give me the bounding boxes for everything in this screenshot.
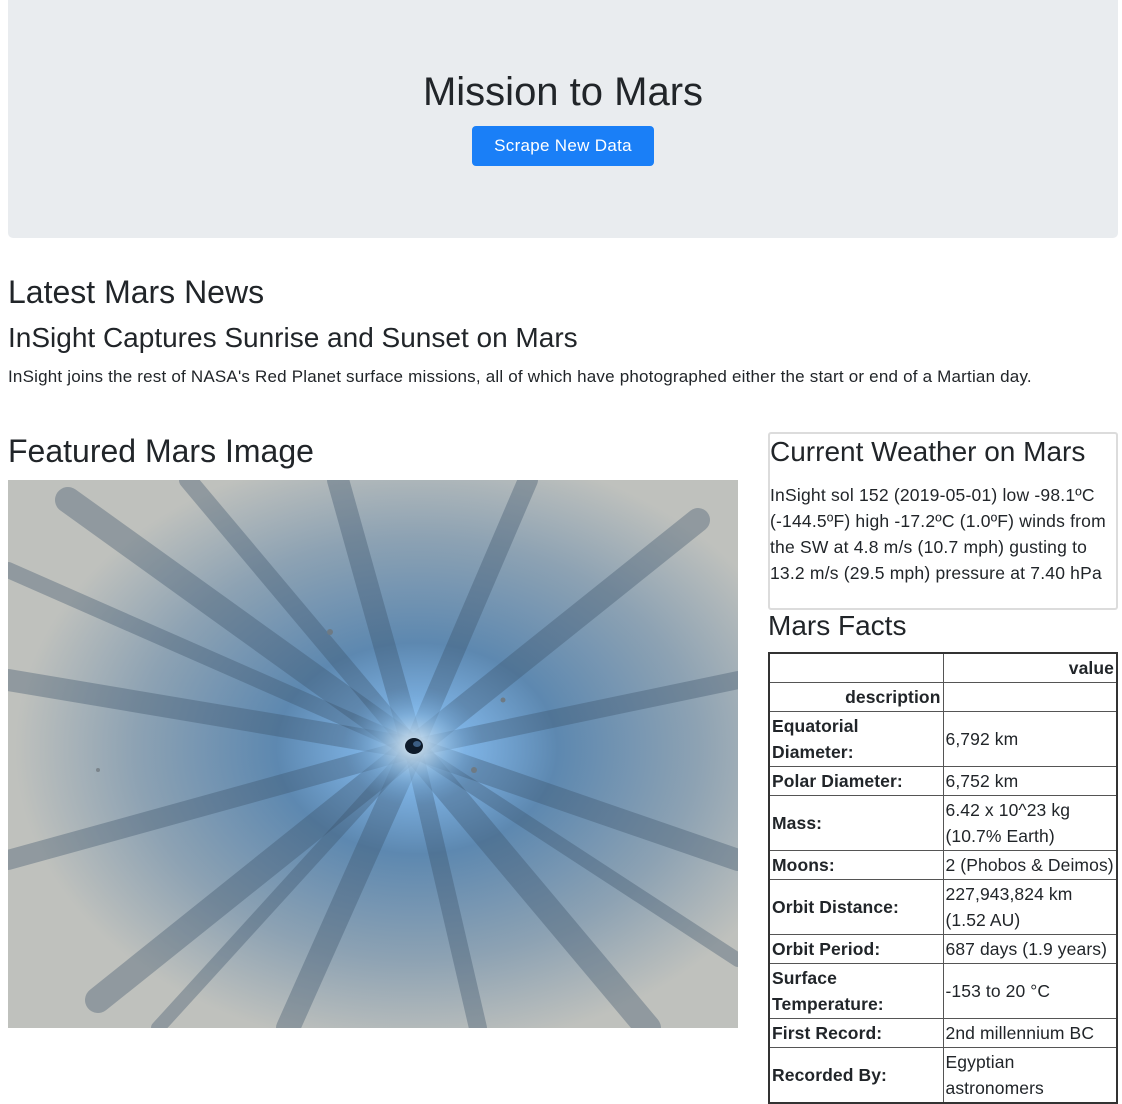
table-row: Moons: 2 (Phobos & Deimos) [768,850,1118,880]
table-row: Surface Temperature: -153 to 20 °C [768,963,1118,1019]
table-row: Orbit Distance: 227,943,824 km (1.52 AU) [768,879,1118,935]
mars-facts-heading: Mars Facts [768,610,907,641]
table-header-row: value [768,652,1118,683]
page-title: Mission to Mars [422,70,704,114]
weather-report: InSight sol 152 (2019-05-01) low -98.1ºC… [770,485,1106,583]
fact-label: Equatorial Diameter: [768,711,944,767]
table-row: First Record: 2nd millennium BC [768,1018,1118,1048]
fact-label: Mass: [768,795,944,851]
table-index-blank [942,682,1118,712]
weather-heading: Current Weather on Mars [770,436,1086,467]
fact-label: Orbit Distance: [768,879,944,935]
latest-news-heading: Latest Mars News [8,274,265,310]
table-row: Equatorial Diameter: 6,792 km [768,711,1118,767]
fact-value: 6,792 km [942,711,1118,767]
news-title: InSight Captures Sunrise and Sunset on M… [8,322,578,353]
table-row: Recorded By: Egyptian astronomers [768,1047,1118,1104]
fact-value: 227,943,824 km (1.52 AU) [942,879,1118,935]
table-index-row: description [768,682,1118,712]
fact-value: 6,752 km [942,766,1118,796]
news-paragraph: InSight joins the rest of NASA's Red Pla… [8,367,1032,386]
crater-image-svg [8,480,738,1028]
featured-mars-image [8,480,738,1028]
weather-panel: Current Weather on Mars InSight sol 152 … [768,432,1118,610]
table-index-label: description [768,682,944,712]
fact-label: First Record: [768,1018,944,1048]
fact-value: 2 (Phobos & Deimos) [942,850,1118,880]
table-row: Polar Diameter: 6,752 km [768,766,1118,796]
table-header-value: value [942,652,1118,683]
scrape-new-data-button[interactable]: Scrape New Data [472,126,654,166]
jumbotron-header: Mission to Mars Scrape New Data [8,0,1118,238]
mars-facts-table: value description Equatorial Diameter: 6,… [768,652,1118,1104]
table-row: Orbit Period: 687 days (1.9 years) [768,934,1118,964]
fact-label: Recorded By: [768,1047,944,1104]
fact-value: Egyptian astronomers [942,1047,1118,1104]
fact-value: -153 to 20 °C [942,963,1118,1019]
fact-label: Moons: [768,850,944,880]
fact-value: 6.42 x 10^23 kg (10.7% Earth) [942,795,1118,851]
fact-label: Surface Temperature: [768,963,944,1019]
featured-image-heading: Featured Mars Image [8,433,314,469]
fact-label: Orbit Period: [768,934,944,964]
fact-label: Polar Diameter: [768,766,944,796]
table-header-blank [768,652,944,683]
fact-value: 687 days (1.9 years) [942,934,1118,964]
table-row: Mass: 6.42 x 10^23 kg (10.7% Earth) [768,795,1118,851]
fact-value: 2nd millennium BC [942,1018,1118,1048]
